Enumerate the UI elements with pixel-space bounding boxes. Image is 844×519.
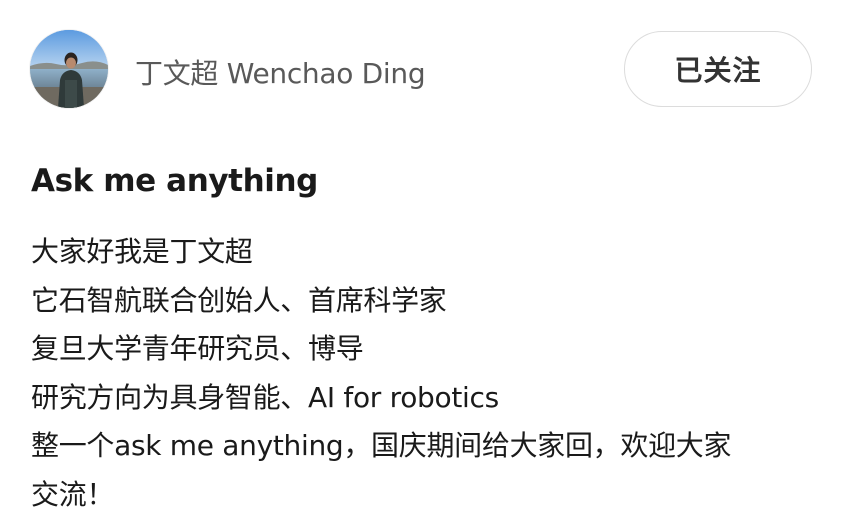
post-title: Ask me anything: [31, 163, 318, 199]
post-body-line: 大家好我是丁文超: [31, 228, 821, 277]
author-name[interactable]: 丁文超 Wenchao Ding: [135, 52, 425, 92]
post-body-line: 复旦大学青年研究员、博导: [31, 325, 821, 374]
post-body-line: 整一个ask me anything，国庆期间给大家回，欢迎大家: [31, 422, 821, 471]
post-body-line: 交流！: [31, 471, 821, 519]
post-body-line: 研究方向为具身智能、AI for robotics: [31, 374, 821, 423]
follow-button[interactable]: 已关注: [624, 31, 812, 107]
person-lakeside-avatar-icon: [30, 30, 108, 108]
post-body: 大家好我是丁文超 它石智航联合创始人、首席科学家 复旦大学青年研究员、博导 研究…: [31, 228, 821, 519]
avatar[interactable]: [30, 30, 108, 108]
post-body-line: 它石智航联合创始人、首席科学家: [31, 277, 821, 326]
post-header: 丁文超 Wenchao Ding 已关注: [30, 30, 814, 110]
